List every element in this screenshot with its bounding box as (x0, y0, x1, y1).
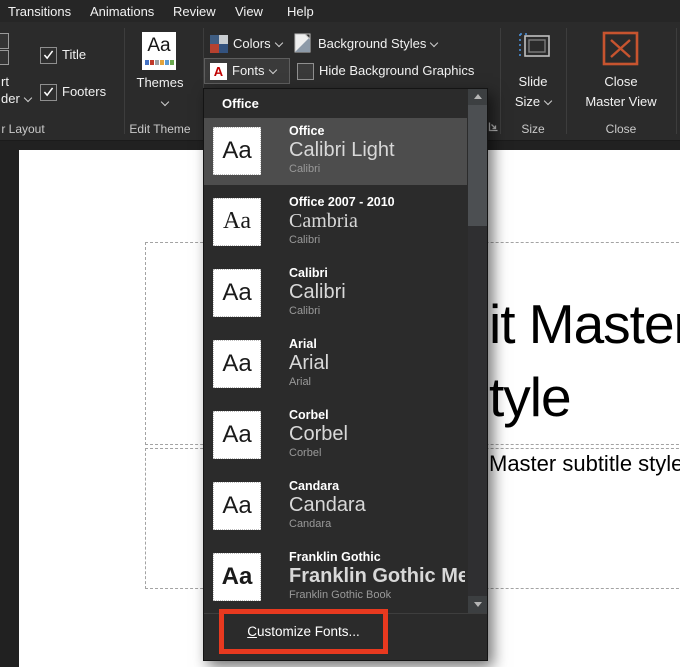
colors-button-label: Colors (233, 36, 282, 51)
fonts-button-label[interactable]: Fonts (232, 63, 276, 78)
font-preview-icon: Aa (213, 553, 261, 601)
master-subtitle-text: Master subtitle style (489, 451, 680, 477)
font-preview-icon: Aa (213, 198, 261, 246)
fonts-dropdown-section-header: Office (222, 96, 259, 111)
master-title-text: it Master (489, 294, 680, 354)
font-theme-body: Corbel (289, 446, 465, 461)
group-separator (676, 28, 677, 134)
background-styles-icon (294, 33, 313, 54)
insert-placeholder-icon (0, 33, 9, 49)
close-master-view-icon (602, 31, 639, 66)
group-label-master-layout: r Layout (0, 122, 46, 136)
font-theme-body: Candara (289, 517, 465, 532)
font-theme-franklin-gothic[interactable]: Aa Franklin Gothic Franklin Gothic Mediu… (204, 544, 467, 611)
title-checkbox[interactable] (40, 47, 57, 64)
font-theme-body: Arial (289, 375, 465, 390)
themes-icon: Aa (142, 32, 176, 70)
theme-colors-strip (142, 60, 176, 65)
font-theme-body: Calibri (289, 233, 465, 248)
scroll-up-button[interactable] (468, 89, 487, 105)
arrow-up-icon (474, 94, 482, 99)
menu-bar: Transitions Animations Review View Help (0, 0, 680, 22)
font-preview-icon: Aa (213, 269, 261, 317)
dropdown-resize-grip[interactable]: ···· (204, 645, 487, 655)
font-theme-name: Candara (289, 478, 465, 494)
font-theme-office-2007-2010[interactable]: Aa Office 2007 - 2010 Cambria Calibri (204, 189, 467, 256)
tab-review[interactable]: Review (173, 0, 216, 22)
footers-checkbox[interactable] (40, 84, 57, 101)
customize-fonts-label: ustomize Fonts... (257, 624, 360, 639)
tab-transitions[interactable]: Transitions (8, 0, 71, 22)
slide-size-icon (517, 32, 551, 60)
group-label-size: Size (500, 122, 566, 136)
fonts-icon: A (210, 63, 227, 80)
font-theme-heading: Calibri Light (289, 139, 465, 162)
chevron-down-icon (430, 39, 438, 47)
font-theme-body: Franklin Gothic Book (289, 588, 465, 603)
checkmark-icon (43, 87, 54, 97)
font-theme-body: Calibri (289, 304, 465, 319)
chevron-down-icon (268, 66, 276, 74)
scrollbar-thumb[interactable] (468, 105, 487, 226)
group-label-close: Close (566, 122, 676, 136)
hide-background-graphics-checkbox[interactable] (297, 63, 314, 80)
font-preview-icon: Aa (213, 411, 261, 459)
font-theme-arial[interactable]: Aa Arial Arial Arial (204, 331, 467, 398)
tab-view[interactable]: View (235, 0, 263, 22)
font-theme-name: Calibri (289, 265, 465, 281)
font-preview-icon: Aa (213, 340, 261, 388)
chevron-down-icon (274, 39, 282, 47)
font-theme-name: Franklin Gothic (289, 549, 465, 565)
customize-fonts-access-key: C (247, 624, 257, 639)
insert-placeholder-icon (0, 50, 9, 65)
font-theme-heading: Calibri (289, 281, 465, 304)
dialog-launcher-icon[interactable] (488, 121, 499, 132)
font-preview-icon: Aa (213, 482, 261, 530)
hide-background-graphics-label: Hide Background Graphics (319, 63, 474, 78)
close-master-view-label-line2: Master View (566, 94, 676, 109)
background-styles-label: Background Styles (318, 36, 437, 51)
font-preview-icon: Aa (213, 127, 261, 175)
dropdown-scrollbar[interactable] (468, 89, 487, 613)
font-theme-name: Corbel (289, 407, 465, 423)
arrow-down-icon (474, 602, 482, 607)
font-theme-heading: Corbel (289, 423, 465, 446)
chevron-down-icon (544, 97, 552, 105)
footers-checkbox-label: Footers (62, 84, 106, 99)
font-theme-name: Arial (289, 336, 465, 352)
title-checkbox-label: Title (62, 47, 86, 62)
master-title-text: tyle (489, 367, 571, 427)
tab-help[interactable]: Help (287, 0, 314, 22)
font-theme-candara[interactable]: Aa Candara Candara Candara (204, 473, 467, 540)
group-label-edit-theme: Edit Theme (124, 122, 196, 136)
font-theme-name: Office (289, 123, 465, 139)
font-theme-calibri[interactable]: Aa Calibri Calibri Calibri (204, 260, 467, 327)
colors-icon (210, 35, 228, 53)
themes-icon-letters: Aa (142, 32, 176, 60)
fonts-dropdown: Office Aa Office Calibri Light Calibri A… (203, 88, 488, 661)
tab-animations[interactable]: Animations (90, 0, 154, 22)
insert-placeholder-button[interactable]: rt (1, 74, 9, 89)
scroll-down-button[interactable] (468, 596, 487, 613)
close-master-view-label-line1: Close (566, 74, 676, 89)
themes-button-label: Themes (124, 75, 196, 90)
font-theme-name: Office 2007 - 2010 (289, 194, 465, 210)
insert-placeholder-button[interactable]: der (1, 91, 31, 106)
chevron-down-icon (161, 98, 169, 106)
font-theme-office[interactable]: Aa Office Calibri Light Calibri (204, 118, 467, 185)
checkmark-icon (43, 50, 54, 60)
font-theme-heading: Franklin Gothic Medium (289, 565, 465, 588)
font-theme-heading: Arial (289, 352, 465, 375)
chevron-down-icon (24, 94, 32, 102)
font-theme-heading: Cambria (289, 210, 465, 233)
font-theme-body: Calibri (289, 162, 465, 177)
font-theme-corbel[interactable]: Aa Corbel Corbel Corbel (204, 402, 467, 469)
slide-size-label-line2: Size (500, 94, 566, 109)
slide-size-label-line1: Slide (500, 74, 566, 89)
font-theme-heading: Candara (289, 494, 465, 517)
